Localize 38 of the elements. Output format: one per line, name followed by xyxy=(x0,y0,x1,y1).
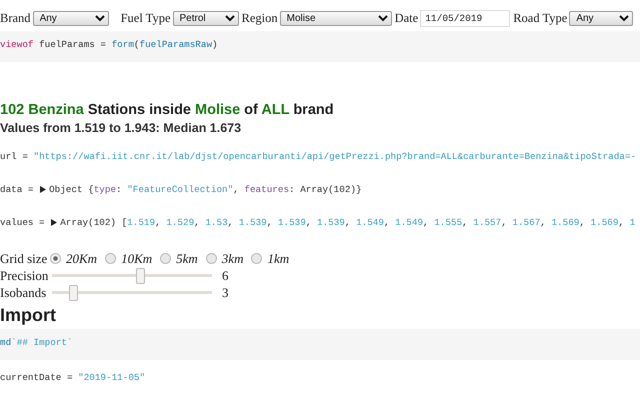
radio-button[interactable] xyxy=(105,253,116,264)
radio-label[interactable]: 10Km xyxy=(121,250,152,266)
code-line: data = Object {type: "FeatureCollection", features: Array(102)} xyxy=(0,184,362,195)
radio-button[interactable] xyxy=(251,253,262,264)
radio-button[interactable] xyxy=(206,253,217,264)
slider-thumb[interactable] xyxy=(68,284,78,300)
dropdown[interactable]: Any xyxy=(569,11,634,26)
field-label: Fuel Type xyxy=(120,11,170,26)
dropdown[interactable]: Petrol xyxy=(172,11,238,26)
dropdown[interactable]: Any xyxy=(32,11,109,26)
code-line: currentDate = "2019-11-05" xyxy=(0,372,146,383)
field-label: Precision xyxy=(0,268,50,284)
field-label: Road Type xyxy=(513,11,568,26)
field-label: Grid size xyxy=(0,250,48,266)
field-label: Date xyxy=(394,11,418,26)
code-line: values = Array(102) [1.519, 1.529, 1.53, 1.539, 1.539, 1.539, 1.549, 1.549, 1.555, 1.557, 1.567, 1.569, 1.569, 1 xyxy=(0,217,636,228)
date-field[interactable]: 11/05/2019 xyxy=(420,10,510,27)
radio-label[interactable]: 5km xyxy=(176,250,198,266)
summary-heading: 102 Benzina Stations inside Molise of ALL brand xyxy=(0,102,335,118)
expand-triangle-icon[interactable] xyxy=(51,219,58,226)
radio-button[interactable] xyxy=(50,253,61,264)
dropdown[interactable]: Molise xyxy=(280,11,392,26)
code-line: md`## Import` xyxy=(0,337,73,348)
field-label: Isobands xyxy=(0,284,48,300)
code-line: viewof fuelParams = form(fuelParamsRaw) xyxy=(0,39,218,50)
radio-label[interactable]: 3km xyxy=(222,250,244,266)
radio-button[interactable] xyxy=(160,253,172,264)
radio-label[interactable]: 20Km xyxy=(66,250,98,266)
slider-value: 6 xyxy=(222,268,228,284)
section-heading: Import xyxy=(0,305,57,326)
expand-triangle-icon[interactable] xyxy=(40,186,46,193)
field-label: Region xyxy=(242,11,278,26)
slider-thumb[interactable] xyxy=(136,268,145,284)
summary-subtitle: Values from 1.519 to 1.943: Median 1.673 xyxy=(0,121,242,135)
code-line: url = "https://wafi.iit.cnr.it/lab/djst/opencarburanti/api/getPrezzi.php?brand=ALL&carburante=Benzina&tipoStrada=- xyxy=(0,151,636,162)
radio-label[interactable]: 1km xyxy=(267,250,290,266)
field-label: Brand xyxy=(0,11,31,26)
slider-value: 3 xyxy=(222,284,228,300)
